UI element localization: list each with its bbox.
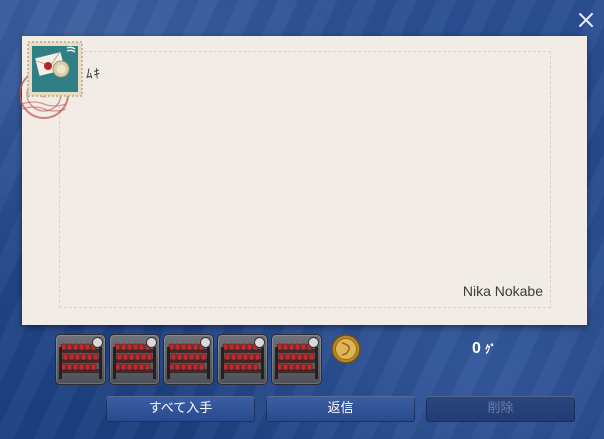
stamp-icon (27, 41, 83, 97)
status-circle-icon (200, 337, 211, 348)
letter-paper: ★ ﾑｷ Nika Nokabe (19, 36, 587, 325)
close-icon[interactable] (574, 8, 598, 32)
get-all-button[interactable]: すべて入手 (106, 396, 255, 422)
letter-body-border (59, 51, 551, 308)
gil-amount: 0 ｸﾞ (472, 340, 496, 358)
attachment-slot-1[interactable] (55, 334, 106, 385)
status-circle-icon (254, 337, 265, 348)
letter-recipient: ﾑｷ (86, 67, 101, 82)
reply-button[interactable]: 返信 (266, 396, 415, 422)
letter-sender: Nika Nokabe (462, 283, 543, 299)
status-circle-icon (146, 337, 157, 348)
gil-unit-label: ｸﾞ (484, 344, 496, 356)
attachment-slot-2[interactable] (109, 334, 160, 385)
gil-coin-icon[interactable] (330, 333, 362, 365)
attachment-slot-4[interactable] (217, 334, 268, 385)
attachment-slot-3[interactable] (163, 334, 214, 385)
gil-amount-value: 0 (472, 340, 481, 357)
status-circle-icon (308, 337, 319, 348)
attachment-list (55, 334, 322, 386)
attachment-slot-5[interactable] (271, 334, 322, 385)
status-circle-icon (92, 337, 103, 348)
delete-button[interactable]: 削除 (426, 396, 575, 422)
